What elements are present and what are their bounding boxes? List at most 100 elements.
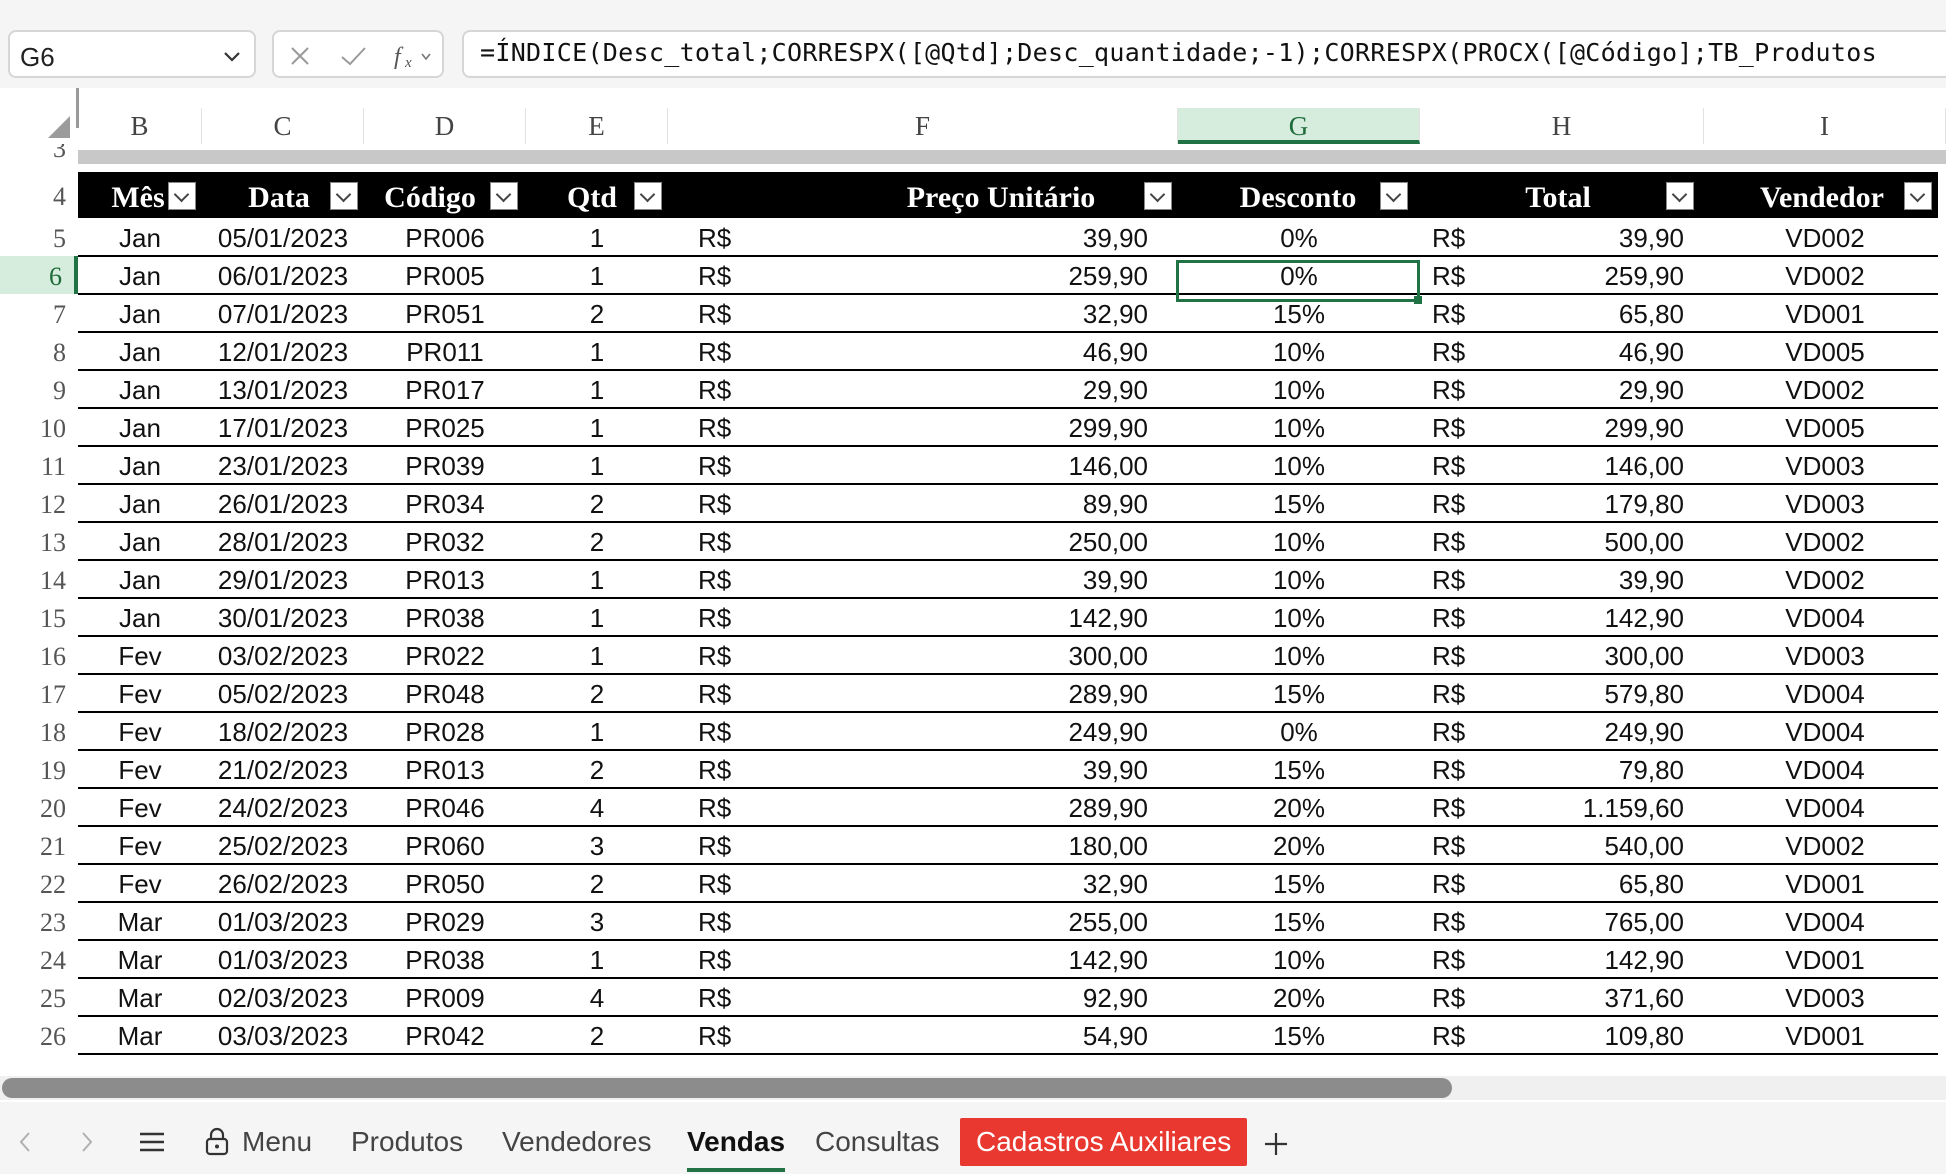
cell-vendedor[interactable]: VD005 (1704, 408, 1946, 446)
column-header-g[interactable]: G (1178, 108, 1420, 144)
cell-mes[interactable]: Fev (78, 750, 202, 788)
fill-handle[interactable] (1414, 296, 1422, 304)
filter-dropdown-codigo[interactable] (490, 182, 518, 210)
tab-vendas[interactable]: Vendas (687, 1118, 786, 1172)
row-header-4[interactable]: 4 (0, 172, 78, 218)
filter-dropdown-qtd[interactable] (634, 182, 662, 210)
cell-preco[interactable]: 289,90 (760, 674, 1148, 712)
cell-mes[interactable]: Fev (78, 826, 202, 864)
row-header-7[interactable]: 7 (0, 294, 78, 332)
cell-qtd[interactable]: 2 (526, 750, 668, 788)
cell-data[interactable]: 28/01/2023 (202, 522, 364, 560)
cell-qtd[interactable]: 2 (526, 294, 668, 332)
cell-vendedor[interactable]: VD002 (1704, 560, 1946, 598)
cell-data[interactable]: 18/02/2023 (202, 712, 364, 750)
cell-data[interactable]: 05/02/2023 (202, 674, 364, 712)
cell-codigo[interactable]: PR006 (364, 218, 526, 256)
tab-vendedores[interactable]: Vendedores (502, 1118, 651, 1166)
cell-desconto[interactable]: 10% (1178, 636, 1420, 674)
cell-mes[interactable]: Jan (78, 522, 202, 560)
cell-mes[interactable]: Fev (78, 636, 202, 674)
cell-data[interactable]: 12/01/2023 (202, 332, 364, 370)
cell-qtd[interactable]: 3 (526, 826, 668, 864)
cell-total[interactable]: 579,80 (1480, 674, 1684, 712)
name-box[interactable]: G6 (8, 30, 256, 78)
cell-qtd[interactable]: 1 (526, 446, 668, 484)
hamburger-icon[interactable] (138, 1130, 166, 1154)
cell-qtd[interactable]: 1 (526, 256, 668, 294)
cell-total[interactable]: 249,90 (1480, 712, 1684, 750)
cell-total[interactable]: 29,90 (1480, 370, 1684, 408)
spreadsheet-grid[interactable]: BCDEFGHI 3 4 5 6 7 8 9 10 11 12 13 14 15 16 17 18 19 20 21… (0, 88, 1946, 1070)
cell-total[interactable]: 39,90 (1480, 560, 1684, 598)
column-header-h[interactable]: H (1420, 108, 1704, 144)
function-fx-icon[interactable]: f x (392, 44, 436, 70)
cell-total[interactable]: 39,90 (1480, 218, 1684, 256)
cell-data[interactable]: 01/03/2023 (202, 940, 364, 978)
cell-preco[interactable]: 39,90 (760, 560, 1148, 598)
cell-desconto[interactable]: 10% (1178, 446, 1420, 484)
cell-codigo[interactable]: PR046 (364, 788, 526, 826)
tab-menu[interactable]: Menu (204, 1118, 312, 1166)
cell-mes[interactable]: Jan (78, 294, 202, 332)
cell-mes[interactable]: Jan (78, 446, 202, 484)
cell-mes[interactable]: Jan (78, 218, 202, 256)
row-header-3[interactable]: 3 (0, 144, 78, 164)
cell-total[interactable]: 540,00 (1480, 826, 1684, 864)
cell-codigo[interactable]: PR028 (364, 712, 526, 750)
row-header-13[interactable]: 13 (0, 522, 78, 560)
cell-qtd[interactable]: 1 (526, 408, 668, 446)
cell-data[interactable]: 03/03/2023 (202, 1016, 364, 1054)
cell-qtd[interactable]: 2 (526, 522, 668, 560)
cell-preco[interactable]: 29,90 (760, 370, 1148, 408)
cell-desconto[interactable]: 10% (1178, 522, 1420, 560)
cell-desconto[interactable]: 15% (1178, 750, 1420, 788)
cancel-x-icon[interactable] (286, 42, 314, 70)
cell-desconto[interactable]: 20% (1178, 826, 1420, 864)
cell-desconto[interactable]: 10% (1178, 598, 1420, 636)
cell-vendedor[interactable]: VD001 (1704, 1016, 1946, 1054)
cell-preco[interactable]: 39,90 (760, 218, 1148, 256)
cell-codigo[interactable]: PR025 (364, 408, 526, 446)
cell-data[interactable]: 17/01/2023 (202, 408, 364, 446)
cell-mes[interactable]: Jan (78, 408, 202, 446)
row-header-8[interactable]: 8 (0, 332, 78, 370)
chevron-right-icon[interactable] (76, 1128, 98, 1156)
cell-vendedor[interactable]: VD002 (1704, 522, 1946, 560)
filter-dropdown-preco[interactable] (1144, 182, 1172, 210)
horizontal-scrollbar[interactable] (0, 1076, 1946, 1100)
scrollbar-thumb[interactable] (2, 1078, 1452, 1098)
cell-vendedor[interactable]: VD004 (1704, 598, 1946, 636)
cell-preco[interactable]: 92,90 (760, 978, 1148, 1016)
cell-total[interactable]: 46,90 (1480, 332, 1684, 370)
cell-mes[interactable]: Jan (78, 484, 202, 522)
cell-mes[interactable]: Mar (78, 940, 202, 978)
cell-preco[interactable]: 54,90 (760, 1016, 1148, 1054)
cell-vendedor[interactable]: VD002 (1704, 826, 1946, 864)
cell-total[interactable]: 300,00 (1480, 636, 1684, 674)
row-header-9[interactable]: 9 (0, 370, 78, 408)
cell-codigo[interactable]: PR050 (364, 864, 526, 902)
cell-qtd[interactable]: 1 (526, 636, 668, 674)
cell-desconto[interactable]: 15% (1178, 864, 1420, 902)
filter-dropdown-desconto[interactable] (1380, 182, 1408, 210)
cell-data[interactable]: 25/02/2023 (202, 826, 364, 864)
cell-preco[interactable]: 289,90 (760, 788, 1148, 826)
row-header-18[interactable]: 18 (0, 712, 78, 750)
cell-total[interactable]: 109,80 (1480, 1016, 1684, 1054)
cell-data[interactable]: 23/01/2023 (202, 446, 364, 484)
cell-data[interactable]: 05/01/2023 (202, 218, 364, 256)
cell-data[interactable]: 21/02/2023 (202, 750, 364, 788)
cell-vendedor[interactable]: VD003 (1704, 636, 1946, 674)
cell-data[interactable]: 03/02/2023 (202, 636, 364, 674)
cell-qtd[interactable]: 1 (526, 332, 668, 370)
filter-dropdown-data[interactable] (330, 182, 358, 210)
chevron-down-icon[interactable] (222, 46, 242, 66)
cell-mes[interactable]: Jan (78, 370, 202, 408)
row-header-5[interactable]: 5 (0, 218, 78, 256)
cell-desconto[interactable]: 20% (1178, 978, 1420, 1016)
cell-preco[interactable]: 32,90 (760, 294, 1148, 332)
cell-desconto[interactable]: 0% (1178, 712, 1420, 750)
cell-data[interactable]: 30/01/2023 (202, 598, 364, 636)
cell-qtd[interactable]: 2 (526, 674, 668, 712)
